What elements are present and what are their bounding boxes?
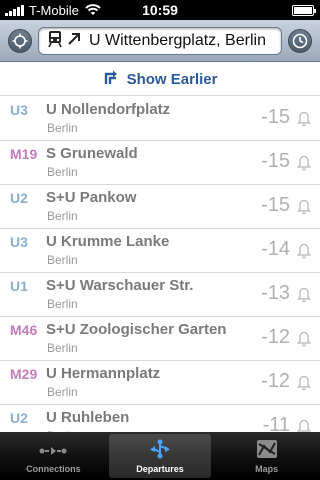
departure-row[interactable]: U1 S+U Warschauer Str. Berlin -13 (0, 273, 320, 317)
train-icon (47, 30, 63, 53)
destination-city: Berlin (47, 165, 78, 179)
line-number: U1 (10, 278, 28, 294)
departure-minutes: -15 (261, 194, 290, 216)
destination-name: U Nollendorfplatz (46, 101, 171, 118)
tab-departures[interactable]: Departures (107, 432, 214, 480)
departures-list: U3 U Nollendorfplatz Berlin -15 M19 S Grunewa… (0, 97, 320, 433)
destination-name: U Krumme Lanke (46, 233, 170, 250)
bell-icon[interactable] (297, 375, 311, 396)
destination-city: Berlin (47, 209, 78, 223)
bell-icon[interactable] (297, 199, 311, 220)
departure-row[interactable]: M46 S+U Zoologischer Garten Berlin -12 (0, 317, 320, 361)
bell-icon[interactable] (297, 419, 311, 433)
line-number: U3 (10, 102, 28, 118)
departure-row[interactable]: U3 U Nollendorfplatz Berlin -15 (0, 97, 320, 141)
station-input[interactable]: U Wittenbergplatz, Berlin (38, 27, 282, 55)
departure-minutes: -12 (261, 370, 290, 392)
station-name: U Wittenbergplatz, Berlin (89, 32, 266, 49)
tab-bar: Connections Departures Maps (0, 432, 320, 480)
tab-maps-label: Maps (255, 464, 279, 474)
show-earlier-button[interactable]: Show Earlier (0, 63, 320, 96)
destination-name: S Grunewald (46, 145, 138, 162)
destination-city: Berlin (47, 297, 78, 311)
line-number: U2 (10, 190, 28, 206)
bell-icon[interactable] (297, 155, 311, 176)
show-earlier-label: Show Earlier (126, 70, 218, 88)
tab-connections[interactable]: Connections (0, 432, 107, 480)
line-number: M46 (10, 322, 38, 338)
destination-name: S+U Zoologischer Garten (46, 321, 227, 338)
line-number: M19 (10, 146, 38, 162)
tab-departures-label: Departures (136, 464, 184, 474)
maps-icon (252, 438, 282, 460)
departure-minutes: -13 (261, 282, 290, 304)
destination-name: U Hermannplatz (46, 365, 161, 382)
line-number: U3 (10, 234, 28, 250)
departure-minutes: -11 (262, 414, 290, 433)
bell-icon[interactable] (297, 331, 311, 352)
departure-row[interactable]: M29 U Hermannplatz Berlin -12 (0, 361, 320, 405)
top-toolbar: U Wittenbergplatz, Berlin (0, 20, 320, 62)
departure-minutes: -12 (261, 326, 290, 348)
location-target-icon[interactable] (8, 29, 32, 53)
destination-city: Berlin (47, 341, 78, 355)
departure-row[interactable]: U2U RuhlebenBerlin-11 (0, 405, 320, 433)
line-number: U2 (10, 410, 28, 426)
tab-maps[interactable]: Maps (213, 432, 320, 480)
status-bar: T-Mobile 10:59 (0, 0, 320, 20)
clock-icon[interactable] (288, 29, 312, 53)
destination-city: Berlin (47, 253, 78, 267)
clock-time: 10:59 (142, 2, 178, 18)
destination-name: S+U Warschauer Str. (46, 277, 194, 294)
departure-minutes: -15 (261, 150, 290, 172)
line-number: M29 (10, 366, 38, 382)
destination-city: Berlin (47, 385, 78, 399)
departures-icon (145, 438, 175, 460)
show-earlier-arrow-icon (103, 69, 119, 90)
departure-minutes: -15 (261, 106, 290, 128)
bell-icon[interactable] (297, 243, 311, 264)
destination-name: U Ruhleben (46, 409, 130, 426)
departure-minutes: -14 (261, 238, 290, 260)
bell-icon[interactable] (297, 111, 311, 132)
departure-row[interactable]: U3 U Krumme Lanke Berlin -14 (0, 229, 320, 273)
battery-icon (292, 5, 316, 16)
tab-connections-label: Connections (26, 464, 81, 474)
bell-icon[interactable] (297, 287, 311, 308)
arrow-up-right-icon (67, 32, 81, 51)
departure-row[interactable]: M19 S Grunewald Berlin -15 (0, 141, 320, 185)
departure-row[interactable]: U2 S+U Pankow Berlin -15 (0, 185, 320, 229)
destination-name: S+U Pankow (46, 189, 137, 206)
destination-city: Berlin (47, 121, 78, 135)
connections-icon (38, 438, 68, 460)
